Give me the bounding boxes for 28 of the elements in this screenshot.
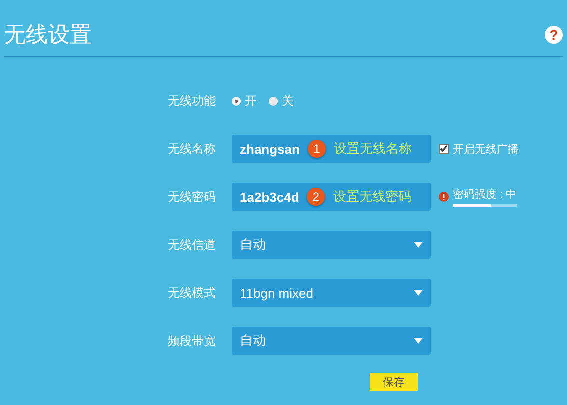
step-marker: 1: [308, 140, 326, 158]
save-button[interactable]: 保存: [370, 373, 418, 391]
input-field[interactable]: zhangsan 1 设置无线名称: [232, 135, 431, 163]
field-label: 无线密码: [168, 188, 217, 206]
field-label: 频段带宽: [168, 332, 217, 350]
radio-option[interactable]: 关: [269, 92, 294, 110]
field-label: 无线模式: [168, 284, 217, 302]
annotation-text: 设置无线密码: [333, 188, 412, 206]
warning-icon: [439, 192, 449, 202]
checkbox-label: 开启无线广播: [453, 142, 519, 156]
help-button[interactable]: ?: [545, 26, 563, 44]
field-label: 无线功能: [168, 92, 217, 110]
caret-icon: [414, 242, 423, 248]
strength-label: 密码强度 : 中: [453, 188, 518, 202]
strength-meter: [453, 204, 517, 207]
checkbox[interactable]: [439, 144, 449, 154]
dropdown[interactable]: 11bgn mixed: [232, 279, 431, 307]
input-field[interactable]: 1a2b3c4d 2 设置无线密码: [232, 183, 431, 211]
radio-option[interactable]: 开: [232, 92, 257, 110]
dropdown[interactable]: 自动: [232, 327, 431, 355]
page-title: 无线设置: [4, 21, 92, 49]
field-label: 无线信道: [168, 236, 217, 254]
step-marker: 2: [307, 188, 326, 206]
field-label: 无线名称: [168, 140, 217, 158]
caret-icon: [414, 338, 423, 344]
annotation-text: 设置无线名称: [334, 140, 412, 158]
caret-icon: [414, 290, 423, 296]
dropdown[interactable]: 自动: [232, 231, 431, 259]
